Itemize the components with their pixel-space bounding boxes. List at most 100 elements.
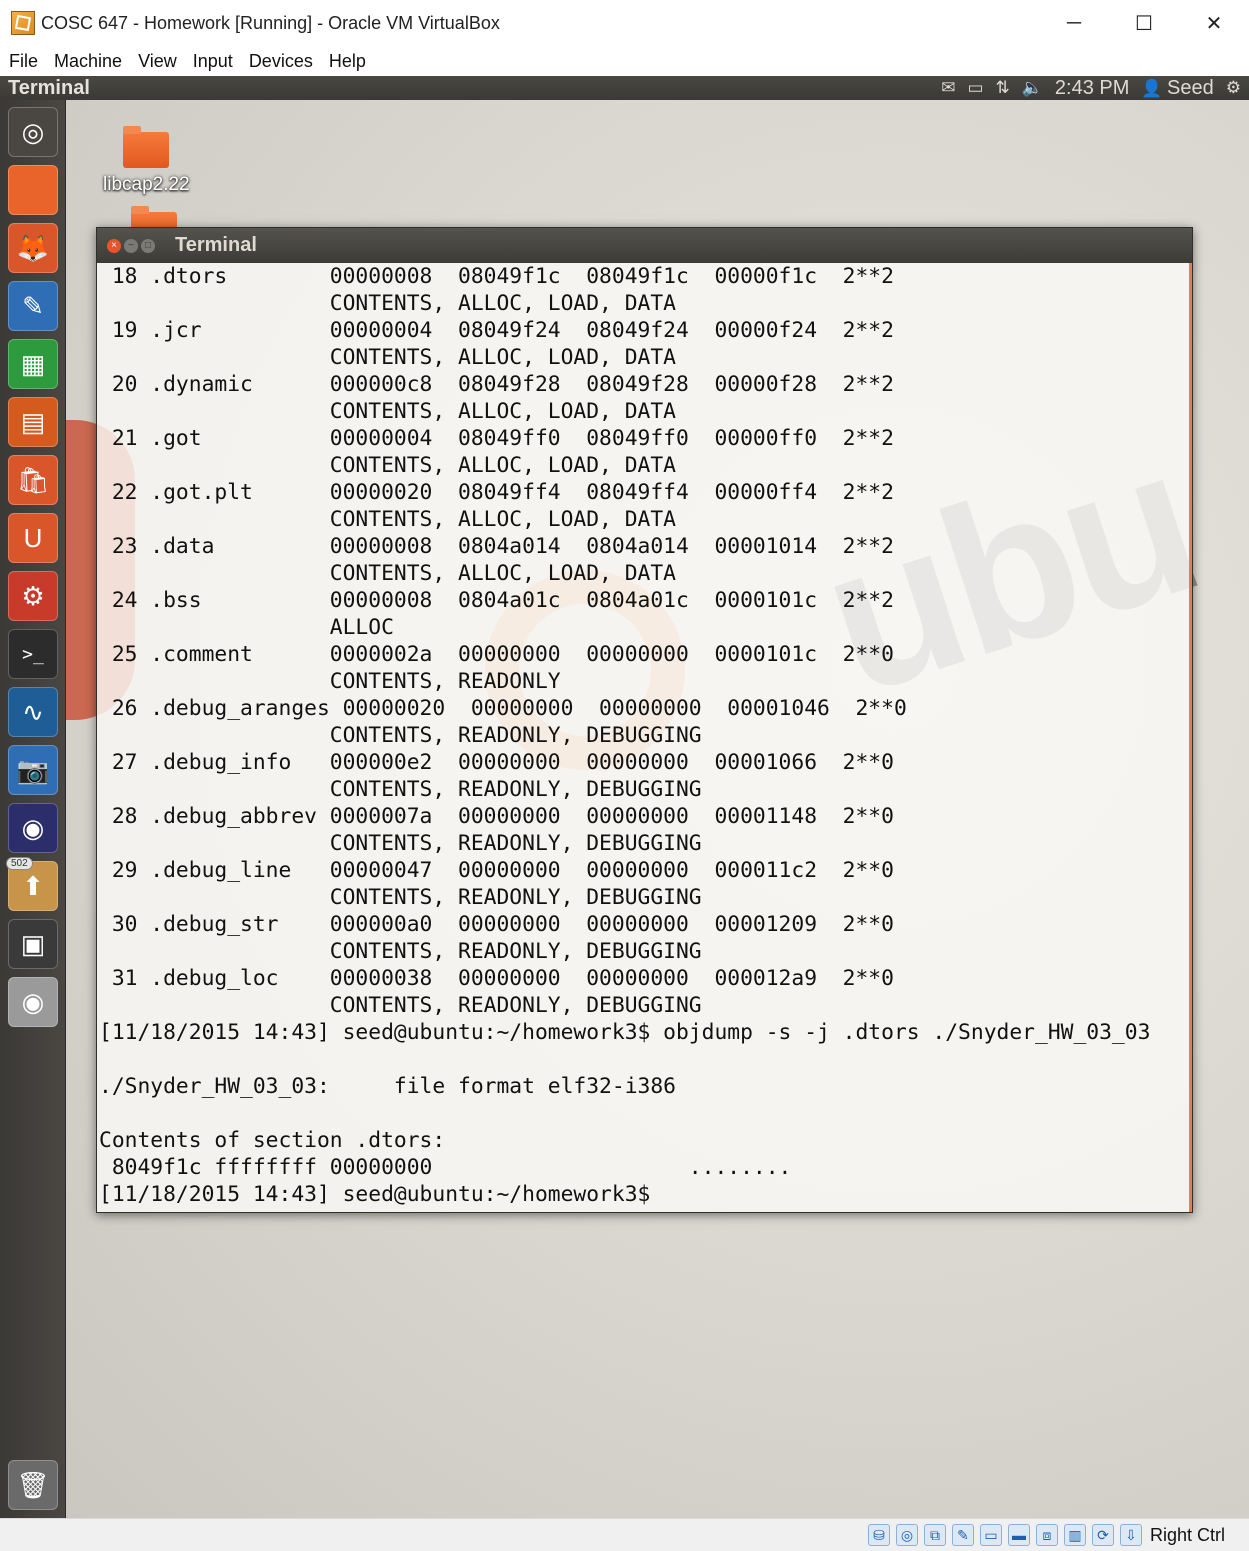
terminal-line: Contents of section .dtors:: [99, 1128, 446, 1153]
battery-icon[interactable]: ▭: [967, 78, 983, 98]
terminal-line: ./Snyder_HW_03_03: file format elf32-i38…: [99, 1074, 676, 1099]
terminal-line: 29 .debug_line 00000047 00000000 0000000…: [99, 858, 894, 883]
panel-app-title: Terminal: [8, 76, 90, 99]
clock[interactable]: 2:43 PM: [1055, 77, 1129, 100]
menu-devices[interactable]: Devices: [241, 51, 321, 72]
host-window-titlebar: COSC 647 - Homework [Running] - Oracle V…: [0, 0, 1249, 46]
host-key-label: Right Ctrl: [1149, 1524, 1225, 1545]
session-gear-icon[interactable]: ⚙: [1226, 78, 1241, 98]
terminal-line: CONTENTS, READONLY, DEBUGGING: [99, 777, 702, 802]
close-button[interactable]: ✕: [1179, 0, 1249, 46]
terminal-line: 18 .dtors 00000008 08049f1c 08049f1c 000…: [99, 264, 894, 289]
launcher-updates-icon[interactable]: 502 ⬆: [6, 857, 58, 911]
terminal-line: 8049f1c ffffffff 00000000 ........: [99, 1155, 792, 1180]
terminal-line: CONTENTS, READONLY, DEBUGGING: [99, 831, 702, 856]
menu-help[interactable]: Help: [321, 51, 374, 72]
menu-input[interactable]: Input: [185, 51, 241, 72]
terminal-line: 23 .data 00000008 0804a014 0804a014 0000…: [99, 534, 894, 559]
menu-view[interactable]: View: [130, 51, 185, 72]
menu-machine[interactable]: Machine: [46, 51, 130, 72]
menu-bar: File Machine View Input Devices Help: [0, 46, 1249, 76]
vm-status-bar: ⛁ ◎ ⧉ ✎ ▭ ▬ ⧈ ▥ ⟳ ⇩ Right Ctrl: [0, 1518, 1249, 1551]
launcher-files-icon[interactable]: [8, 165, 58, 215]
launcher-dash-icon[interactable]: ◎: [8, 107, 58, 157]
terminal-output[interactable]: 18 .dtors 00000008 08049f1c 08049f1c 000…: [97, 263, 1192, 1212]
user-name: Seed: [1167, 76, 1214, 99]
mouse-integration-icon[interactable]: ⇩: [1119, 1524, 1142, 1546]
hdd-icon[interactable]: ⛁: [867, 1524, 890, 1546]
optical-icon[interactable]: ◎: [895, 1524, 918, 1546]
terminal-line: CONTENTS, READONLY, DEBUGGING: [99, 885, 702, 910]
terminal-line: 22 .got.plt 00000020 08049ff4 08049ff4 0…: [99, 480, 894, 505]
terminal-line: 25 .comment 0000002a 00000000 00000000 0…: [99, 642, 894, 667]
launcher-screenshot-icon[interactable]: 📷: [8, 745, 58, 795]
terminal-line: CONTENTS, ALLOC, LOAD, DATA: [99, 453, 676, 478]
terminal-close-icon[interactable]: ×: [107, 238, 121, 253]
terminal-line: CONTENTS, ALLOC, LOAD, DATA: [99, 345, 676, 370]
folder-icon: [123, 126, 170, 168]
launcher-eclipse-icon[interactable]: ◉: [8, 803, 58, 853]
terminal-line: 31 .debug_loc 00000038 00000000 00000000…: [99, 966, 894, 991]
terminal-line: ALLOC: [99, 615, 394, 640]
launcher-impress-icon[interactable]: ▤: [8, 397, 58, 447]
terminal-line: [11/18/2015 14:43] seed@ubuntu:~/homewor…: [99, 1020, 1151, 1045]
terminal-maximize-icon[interactable]: □: [141, 238, 155, 253]
maximize-button[interactable]: ☐: [1109, 0, 1179, 46]
terminal-line: CONTENTS, READONLY, DEBUGGING: [99, 723, 702, 748]
cpu-icon[interactable]: ▥: [1063, 1524, 1086, 1546]
terminal-text[interactable]: 18 .dtors 00000008 08049f1c 08049f1c 000…: [97, 263, 1189, 1208]
update-count-badge: 502: [6, 857, 33, 870]
virtualbox-logo-icon: [11, 11, 35, 35]
terminal-line: 28 .debug_abbrev 0000007a 00000000 00000…: [99, 804, 894, 829]
launcher-wireshark-icon[interactable]: ∿: [8, 687, 58, 737]
terminal-line: 21 .got 00000004 08049ff0 08049ff0 00000…: [99, 426, 894, 451]
terminal-line: 26 .debug_aranges 00000020 00000000 0000…: [99, 696, 907, 721]
shared-folder-icon[interactable]: ▭: [979, 1524, 1002, 1546]
terminal-line: CONTENTS, READONLY, DEBUGGING: [99, 993, 702, 1018]
window-controls: ─ ☐ ✕: [1039, 0, 1249, 46]
launcher-writer-icon[interactable]: ✎: [8, 281, 58, 331]
user-menu[interactable]: 👤 Seed: [1141, 77, 1213, 100]
launcher-software-center-icon[interactable]: 🛍: [8, 455, 58, 505]
terminal-line: CONTENTS, READONLY, DEBUGGING: [99, 939, 702, 964]
terminal-line: CONTENTS, ALLOC, LOAD, DATA: [99, 399, 676, 424]
terminal-line: 27 .debug_info 000000e2 00000000 0000000…: [99, 750, 894, 775]
minimize-button[interactable]: ─: [1039, 0, 1109, 46]
menu-file[interactable]: File: [0, 51, 46, 72]
terminal-line: CONTENTS, ALLOC, LOAD, DATA: [99, 507, 676, 532]
launcher-workspaces-icon[interactable]: ▣: [8, 919, 58, 969]
terminal-minimize-icon[interactable]: −: [124, 238, 138, 253]
launcher-ubuntu-one-icon[interactable]: U: [8, 513, 58, 563]
status-indicators: ⛁ ◎ ⧉ ✎ ▭ ▬ ⧈ ▥ ⟳ ⇩: [867, 1524, 1142, 1546]
user-icon: 👤: [1141, 78, 1163, 98]
mail-icon[interactable]: ✉: [941, 78, 955, 98]
terminal-line: CONTENTS, ALLOC, LOAD, DATA: [99, 291, 676, 316]
terminal-line: CONTENTS, ALLOC, LOAD, DATA: [99, 561, 676, 586]
terminal-line: 19 .jcr 00000004 08049f24 08049f24 00000…: [99, 318, 894, 343]
desktop-icon-label: libcap2.22: [103, 174, 190, 195]
network-icon[interactable]: ⇅: [996, 78, 1010, 98]
launcher-calc-icon[interactable]: ▦: [8, 339, 58, 389]
launcher-terminal-icon[interactable]: >_: [8, 629, 58, 679]
terminal-line: 20 .dynamic 000000c8 08049f28 08049f28 0…: [99, 372, 894, 397]
usb-icon[interactable]: ✎: [951, 1524, 974, 1546]
volume-icon[interactable]: 🔈: [1022, 78, 1043, 98]
terminal-title: Terminal: [175, 234, 257, 256]
terminal-window-buttons: × − □: [107, 238, 155, 253]
launcher-dvd-icon[interactable]: ◉: [8, 977, 58, 1027]
launcher-system-settings-icon[interactable]: ⚙: [8, 571, 58, 621]
terminal-window[interactable]: × − □ Terminal 18 .dtors 00000008 08049f…: [96, 227, 1193, 1213]
terminal-titlebar[interactable]: × − □ Terminal: [97, 228, 1192, 263]
panel-indicators: ✉ ▭ ⇅ 🔈 2:43 PM 👤 Seed ⚙: [941, 76, 1241, 100]
unity-launcher: ◎ 🦊 ✎ ▦ ▤ 🛍 U ⚙ >_ ∿ 📷 ◉ 502 ⬆ ▣ ◉ 🗑: [0, 100, 66, 1518]
guest-additions-icon[interactable]: ⟳: [1091, 1524, 1114, 1546]
terminal-line: [11/18/2015 14:43] seed@ubuntu:~/homewor…: [99, 1182, 664, 1207]
terminal-line: 30 .debug_str 000000a0 00000000 00000000…: [99, 912, 894, 937]
display-icon[interactable]: ▬: [1007, 1524, 1030, 1546]
launcher-firefox-icon[interactable]: 🦊: [8, 223, 58, 273]
terminal-line: 24 .bss 00000008 0804a01c 0804a01c 00001…: [99, 588, 894, 613]
network-adapter-icon[interactable]: ⧉: [923, 1524, 946, 1546]
desktop-folder-libcap[interactable]: libcap2.22: [103, 126, 190, 196]
video-capture-icon[interactable]: ⧈: [1035, 1524, 1058, 1546]
launcher-trash-icon[interactable]: 🗑: [8, 1460, 58, 1510]
